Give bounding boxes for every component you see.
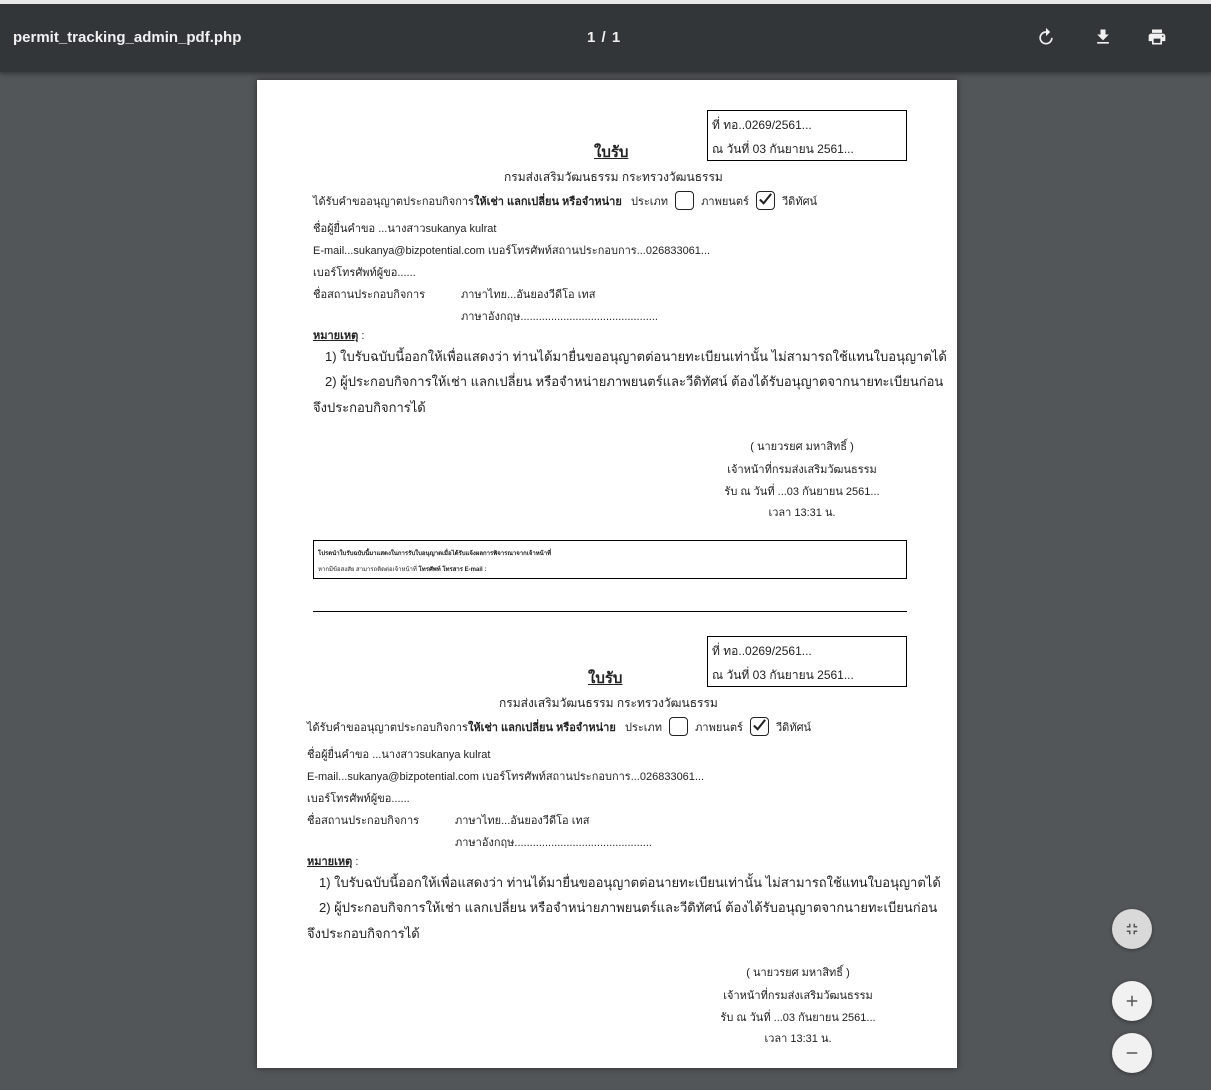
business-label: ชื่อสถานประกอบกิจการ (307, 815, 420, 827)
department: กรมส่งเสริมวัฒนธรรม กระทรวงวัฒนธรรม (504, 170, 723, 184)
reference-number: ที่ ทอ..0269/2561... (712, 644, 812, 658)
officer-name: ( นายวรยศ มหาสิทธิ์ ) (746, 967, 850, 979)
instruction-line-1: โปรดนำใบรับฉบับนี้มาแสดงในการรับใบอนุญาต… (318, 551, 552, 557)
video-label: วีดิทัศน์ (776, 722, 812, 734)
reference-box: ที่ ทอ..0269/2561... ณ วันที่ 03 กันยายน… (707, 110, 907, 161)
movie-checkbox (669, 716, 689, 736)
zoom-out-icon (1126, 1052, 1138, 1054)
instruction-box: โปรดนำใบรับฉบับนี้มาแสดงในการรับใบอนุญาต… (313, 540, 907, 579)
received-time: เวลา 13:31 น. (768, 507, 836, 519)
page-indicator: 1 / 1 (587, 29, 622, 46)
instruction-prefix: หากมีข้อสงสัย สามารถติดต่อเจ้าหน้าที่ (318, 567, 417, 573)
document-title: permit_tracking_admin_pdf.php (13, 29, 242, 46)
request-type: ให้เช่า แลกเปลี่ยน หรือจำหน่าย (473, 196, 622, 208)
contact-info: E-mail...sukanya@bizpotential.com เบอร์โ… (307, 771, 705, 783)
business-name-en: ภาษาอังกฤษ..............................… (455, 837, 652, 849)
applicant: ชื่อผู้ยื่นคำขอ ...นางสาวsukanya kulrat (307, 749, 491, 761)
received-date: รับ ณ วันที่ ...03 กันยายน 2561... (720, 1012, 876, 1024)
note-heading: หมายเหตุ : (313, 326, 364, 344)
note-3: จึงประกอบกิจการได้ (307, 926, 420, 941)
business-name-th: ภาษาไทย...อันยองวีดีโอ เทส (455, 815, 590, 827)
note-heading: หมายเหตุ : (307, 852, 358, 870)
request-line: ได้รับคำขออนุญาตประกอบกิจการให้เช่า แลกเ… (313, 190, 818, 212)
department: กรมส่งเสริมวัฒนธรรม กระทรวงวัฒนธรรม (499, 696, 718, 710)
note-1: 1) ใบรับฉบับนี้ออกให้เพื่อแสดงว่า ท่านได… (325, 349, 947, 364)
fit-to-page-button[interactable] (1112, 909, 1152, 949)
receipt-title: ใบรับ (588, 670, 623, 687)
browser-edge (0, 0, 1211, 4)
print-icon (1148, 29, 1166, 45)
business-name-en: ภาษาอังกฤษ..............................… (461, 311, 658, 323)
note-colon: : (352, 856, 359, 868)
reference-date: ณ วันที่ 03 กันยายน 2561... (712, 668, 854, 682)
note-1: 1) ใบรับฉบับนี้ออกให้เพื่อแสดงว่า ท่านได… (319, 875, 941, 890)
rotate-icon (1039, 27, 1053, 45)
type-label: ประเภท (624, 722, 663, 734)
request-line: ได้รับคำขออนุญาตประกอบกิจการให้เช่า แลกเ… (307, 716, 812, 738)
received-time: เวลา 13:31 น. (764, 1033, 832, 1045)
receipt-copy-1: ที่ ทอ..0269/2561... ณ วันที่ 03 กันยายน… (257, 80, 957, 519)
instruction-contacts: โทรศัพท์ โทรสาร E-mail : (418, 567, 487, 573)
receipt-copy-2: ที่ ทอ..0269/2561... ณ วันที่ 03 กันยายน… (257, 606, 957, 1045)
video-checkbox (749, 716, 769, 736)
type-label: ประเภท (630, 196, 669, 208)
check-icon (759, 192, 772, 205)
rotate-button[interactable] (1032, 23, 1060, 51)
zoom-in-icon (1126, 995, 1138, 1007)
officer-title: เจ้าหน้าที่กรมส่งเสริมวัฒนธรรม (727, 464, 877, 476)
request-prefix: ได้รับคำขออนุญาตประกอบกิจการ (313, 196, 474, 208)
applicant: ชื่อผู้ยื่นคำขอ ...นางสาวsukanya kulrat (313, 223, 497, 235)
business-name-th: ภาษาไทย...อันยองวีดีโอ เทส (461, 289, 596, 301)
note-label: หมายเหตุ (307, 856, 353, 868)
movie-checkbox (675, 190, 695, 210)
contact-info: E-mail...sukanya@bizpotential.com เบอร์โ… (313, 245, 711, 257)
note-2: 2) ผู้ประกอบกิจการให้เช่า แลกเปลี่ยน หรื… (325, 374, 944, 389)
fit-to-page-icon (1126, 923, 1138, 935)
request-type: ให้เช่า แลกเปลี่ยน หรือจำหน่าย (467, 722, 616, 734)
video-label: วีดิทัศน์ (782, 196, 818, 208)
note-2: 2) ผู้ประกอบกิจการให้เช่า แลกเปลี่ยน หรื… (319, 900, 938, 915)
reference-date: ณ วันที่ 03 กันยายน 2561... (712, 142, 854, 156)
movie-label: ภาพยนตร์ (701, 196, 749, 208)
zoom-out-button[interactable] (1112, 1033, 1152, 1073)
print-button[interactable] (1143, 23, 1171, 51)
zoom-in-button[interactable] (1112, 981, 1152, 1021)
note-label: หมายเหตุ (313, 330, 359, 342)
video-checkbox (755, 190, 775, 210)
pdf-page: ที่ ทอ..0269/2561... ณ วันที่ 03 กันยายน… (257, 80, 957, 1068)
reference-box: ที่ ทอ..0269/2561... ณ วันที่ 03 กันยายน… (707, 636, 907, 687)
note-3: จึงประกอบกิจการได้ (313, 400, 426, 415)
applicant-phone: เบอร์โทรศัพท์ผู้ขอ...... (307, 793, 410, 805)
business-label: ชื่อสถานประกอบกิจการ (313, 289, 426, 301)
request-prefix: ได้รับคำขออนุญาตประกอบกิจการ (307, 722, 468, 734)
receipt-title: ใบรับ (594, 144, 629, 161)
download-icon (1097, 29, 1109, 44)
note-colon: : (358, 330, 365, 342)
check-icon (753, 718, 766, 731)
officer-name: ( นายวรยศ มหาสิทธิ์ ) (750, 441, 854, 453)
download-button[interactable] (1089, 23, 1117, 51)
applicant-phone: เบอร์โทรศัพท์ผู้ขอ...... (313, 267, 416, 279)
officer-title: เจ้าหน้าที่กรมส่งเสริมวัฒนธรรม (723, 990, 873, 1002)
movie-label: ภาพยนตร์ (695, 722, 743, 734)
reference-number: ที่ ทอ..0269/2561... (712, 118, 812, 132)
pdf-toolbar: permit_tracking_admin_pdf.php 1 / 1 (0, 0, 1211, 72)
received-date: รับ ณ วันที่ ...03 กันยายน 2561... (724, 486, 880, 498)
instruction-line-2: หากมีข้อสงสัย สามารถติดต่อเจ้าหน้าที่ โท… (318, 564, 486, 574)
